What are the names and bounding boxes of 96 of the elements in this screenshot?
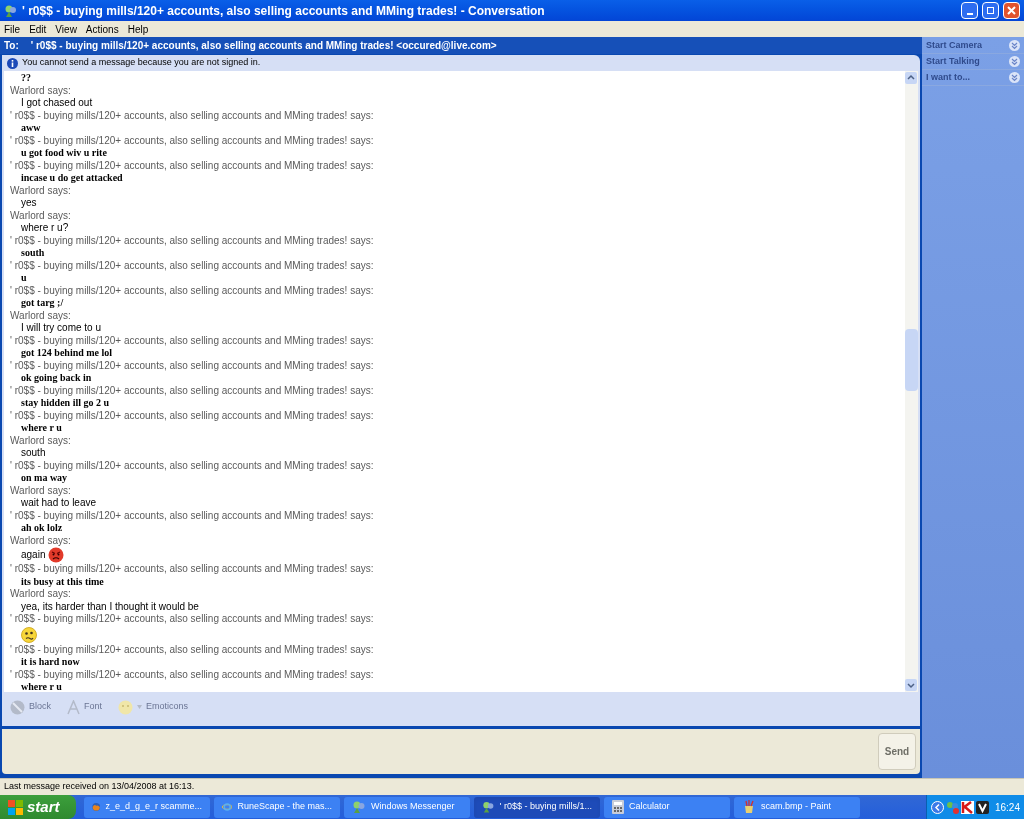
message-text: I will try come to u — [21, 322, 102, 335]
sender-line: ' r0$$ - buying mills/120+ accounts, also selling accounts and MMing trades! says: — [10, 234, 375, 247]
smiley-icon — [118, 699, 134, 715]
sender-line: Warlord says: — [10, 84, 72, 97]
message-text: ?? — [21, 72, 31, 85]
e-globe-icon — [222, 800, 233, 814]
sender-line: ' r0$$ - buying mills/120+ accounts, also selling accounts and MMing trades! says: — [10, 668, 375, 681]
sender-line: ' r0$$ - buying mills/120+ accounts, also selling accounts and MMing trades! says: — [10, 459, 375, 472]
sender-line: ' r0$$ - buying mills/120+ accounts, also selling accounts and MMing trades! says: — [10, 509, 375, 522]
taskbar-button[interactable]: z_e_d_g_e_r scamme... — [84, 796, 210, 818]
block-icon — [10, 699, 25, 715]
close-icon — [1007, 6, 1016, 15]
start-button[interactable]: start — [0, 795, 76, 819]
close-button[interactable] — [1003, 2, 1020, 19]
messenger-tray-icon[interactable] — [946, 800, 959, 814]
sender-line: ' r0$$ - buying mills/120+ accounts, also selling accounts and MMing trades! says: — [10, 384, 375, 397]
sender-line: Warlord says: — [10, 534, 72, 547]
v-tray-icon[interactable] — [976, 800, 989, 814]
message-text: south — [21, 247, 45, 260]
window-title: ' r0$$ - buying mills/120+ accounts, also selling accounts and MMing trades! - Conversation — [22, 2, 546, 20]
sender-line: ' r0$$ - buying mills/120+ accounts, also selling accounts and MMing trades! says: — [10, 409, 375, 422]
sender-line: Warlord says: — [10, 434, 72, 447]
sender-line: Warlord says: — [10, 588, 72, 601]
message-text: wait had to leave — [21, 497, 97, 510]
message-text: aww — [21, 122, 41, 135]
sender-line: ' r0$$ - buying mills/120+ accounts, also selling accounts and MMing trades! says: — [10, 284, 375, 297]
expand-chevron-icon — [1009, 40, 1020, 51]
status-text: Last message received on 13/04/2008 at 16:13. — [4, 780, 195, 794]
calculator-icon — [612, 800, 624, 814]
taskbar-button[interactable]: ' r0$$ - buying mills/1... — [474, 796, 600, 818]
scroll-thumb[interactable] — [905, 329, 918, 391]
minimize-button[interactable] — [961, 2, 978, 19]
menu-item[interactable]: View — [55, 21, 77, 37]
sender-line: ' r0$$ - buying mills/120+ accounts, also selling accounts and MMing trades! says: — [10, 334, 375, 347]
message-text: its busy at this time — [21, 575, 104, 588]
messenger-icon — [482, 800, 495, 814]
message-text: got targ ;/ — [21, 297, 64, 310]
message-text: where r u — [21, 422, 62, 435]
taskbar-button[interactable]: Windows Messenger — [344, 796, 470, 818]
scrollbar[interactable] — [905, 71, 918, 692]
message-text: u — [21, 272, 27, 285]
message-text: I got chased out — [21, 97, 93, 110]
expand-chevron-icon — [1009, 56, 1020, 67]
sender-line: ' r0$$ - buying mills/120+ accounts, also selling accounts and MMing trades! says: — [10, 613, 375, 626]
caret-icon — [137, 705, 143, 709]
scroll-down-icon[interactable] — [905, 679, 917, 691]
menu-item[interactable]: File — [4, 21, 21, 37]
angry-face-icon — [48, 547, 65, 563]
menu-item[interactable]: Edit — [29, 21, 47, 37]
message-text: where r u — [21, 681, 62, 692]
tray-chevron-icon[interactable] — [931, 800, 944, 814]
message-text: incase u do get attacked — [21, 172, 123, 185]
message-text: south — [21, 447, 46, 460]
sender-line: Warlord says: — [10, 184, 72, 197]
sender-line: Warlord says: — [10, 309, 72, 322]
globe-fox-icon — [92, 800, 101, 814]
taskbar-button[interactable]: RuneScape - the mas... — [214, 796, 340, 818]
recipient-address: ' r0$$ - buying mills/120+ accounts, also selling accounts and MMing trades! <occured@live.com> — [30, 39, 497, 53]
message-text: on ma way — [21, 472, 68, 485]
messenger-icon — [352, 800, 366, 814]
sender-line: ' r0$$ - buying mills/120+ accounts, also selling accounts and MMing trades! says: — [10, 159, 375, 172]
sender-line: ' r0$$ - buying mills/120+ accounts, also selling accounts and MMing trades! says: — [10, 109, 375, 122]
to-label: To: — [4, 39, 19, 53]
clock: 16:24 — [994, 800, 1020, 815]
message-text: yea, its harder than I thought it would be — [21, 600, 199, 613]
sender-line: ' r0$$ - buying mills/120+ accounts, also selling accounts and MMing trades! says: — [10, 359, 375, 372]
antivirus-tray-icon[interactable] — [961, 800, 974, 814]
message-text: ok going back in — [21, 372, 92, 385]
message-text: ah ok lolz — [21, 522, 63, 535]
message-text: where r u? — [21, 222, 69, 235]
restore-button[interactable] — [982, 2, 999, 19]
taskbar-button[interactable]: Calculator — [604, 796, 730, 818]
sender-line: Warlord says: — [10, 209, 72, 222]
font-icon — [67, 699, 80, 715]
sender-line: ' r0$$ - buying mills/120+ accounts, also selling accounts and MMing trades! says: — [10, 563, 375, 576]
sender-line: ' r0$$ - buying mills/120+ accounts, also selling accounts and MMing trades! says: — [10, 643, 375, 656]
message-text: yes — [21, 197, 37, 210]
menu-item[interactable]: Actions — [85, 21, 119, 37]
sender-line: ' r0$$ - buying mills/120+ accounts, also selling accounts and MMing trades! says: — [10, 259, 375, 272]
message-text: it is hard now — [21, 656, 80, 669]
scroll-up-icon[interactable] — [905, 72, 917, 84]
taskbar-button[interactable]: scam.bmp - Paint — [734, 796, 860, 818]
notice-text: You cannot send a message because you are not signed in. — [22, 56, 261, 70]
confused-face-icon — [21, 626, 37, 643]
sender-line: Warlord says: — [10, 484, 72, 497]
expand-chevron-icon — [1009, 72, 1020, 83]
sender-line: ' r0$$ - buying mills/120+ accounts, also selling accounts and MMing trades! says: — [10, 134, 375, 147]
messenger-icon — [4, 3, 18, 18]
info-icon — [7, 57, 18, 69]
message-text: u got food wiv u rite — [21, 147, 107, 160]
paint-cup-icon — [742, 800, 756, 814]
message-text: got 124 behind me lol — [21, 347, 113, 360]
message-text: again — [21, 548, 46, 562]
windows-logo-icon — [8, 799, 23, 815]
message-text: stay hidden ill go 2 u — [21, 397, 110, 410]
menu-item[interactable]: Help — [127, 21, 149, 37]
